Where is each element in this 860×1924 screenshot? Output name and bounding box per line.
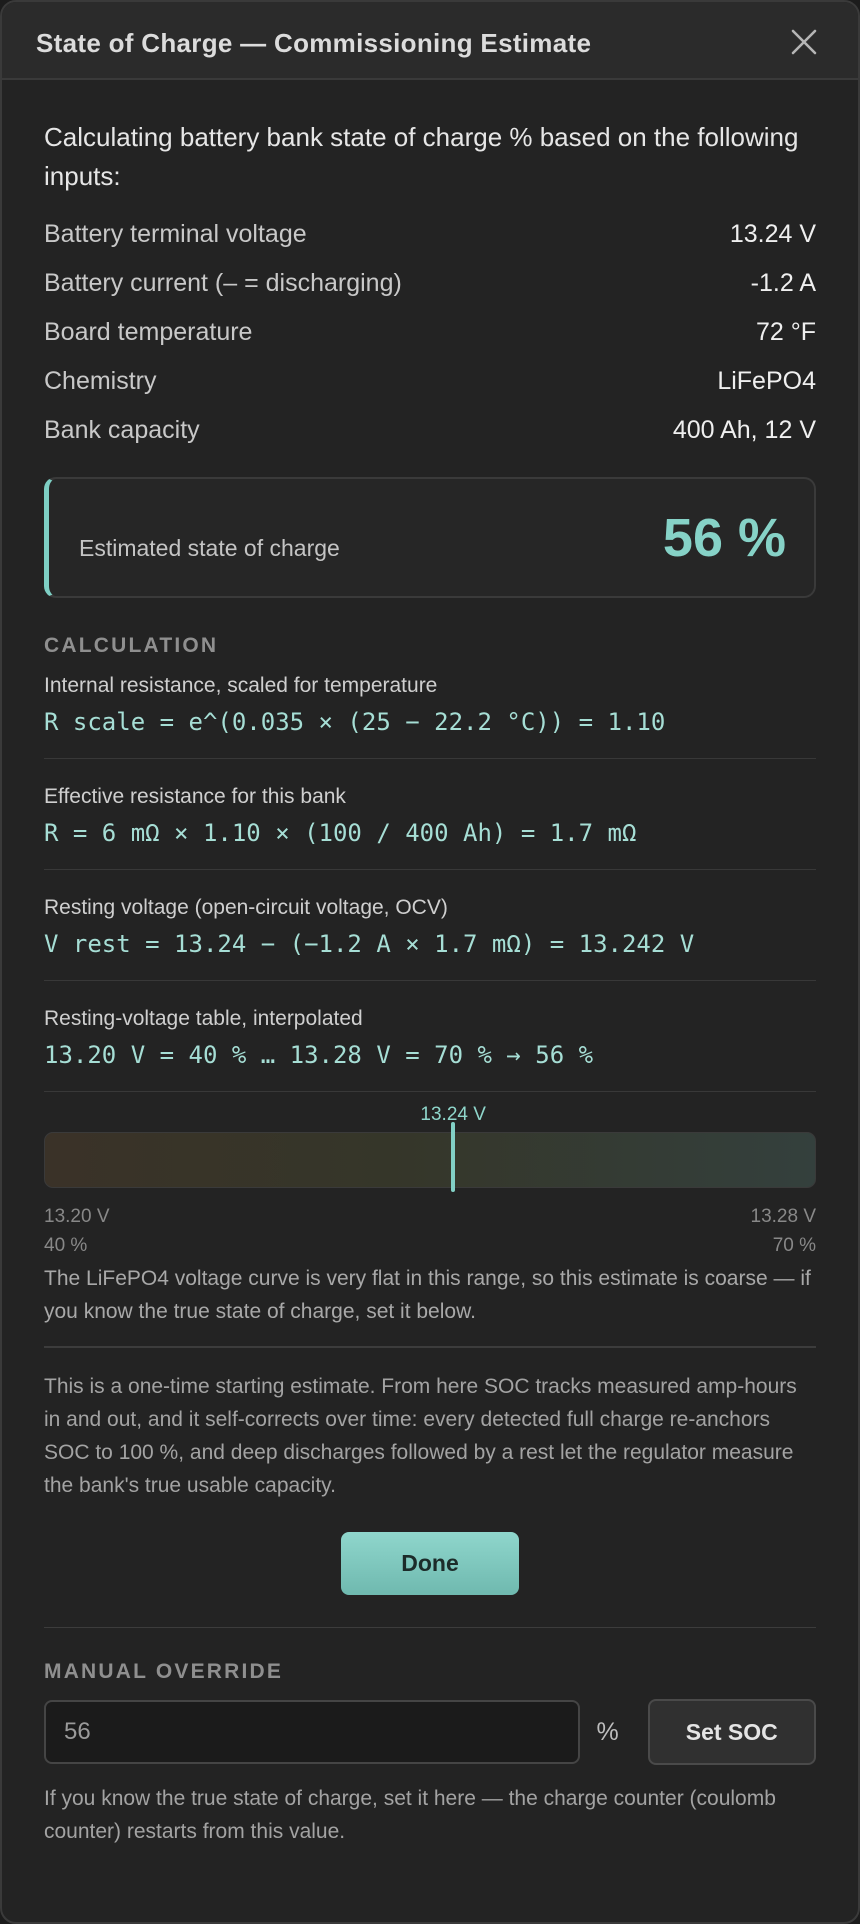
input-value: LiFePO4 [717, 367, 816, 395]
input-list: Battery terminal voltage 13.24 V Battery… [44, 210, 816, 455]
dialog-content: Calculating battery bank state of charge… [44, 80, 816, 1848]
input-row-chemistry: Chemistry LiFePO4 [44, 357, 816, 406]
override-row: % Set SOC [44, 1699, 816, 1765]
override-note: If you know the true state of charge, se… [44, 1787, 776, 1843]
calc-step-description: Resting-voltage table, interpolated [44, 1007, 363, 1030]
dialog-header: State of Charge — Commissioning Estimate [2, 2, 858, 80]
input-label: Battery terminal voltage [44, 220, 307, 248]
intro-text: Calculating battery bank state of charge… [44, 122, 799, 191]
divider [44, 1346, 816, 1348]
estimate-label: Estimated state of charge [79, 535, 340, 561]
input-value: -1.2 A [750, 269, 816, 297]
estimate-value: 56 % [662, 508, 786, 568]
input-row-temperature: Board temperature 72 °F [44, 308, 816, 357]
soc-dialog: State of Charge — Commissioning Estimate… [0, 0, 860, 1924]
calculation-title: CALCULATION [44, 634, 219, 657]
calc-step-description: Internal resistance, scaled for temperat… [44, 674, 438, 697]
input-label: Board temperature [44, 318, 253, 346]
soc-input[interactable] [44, 1700, 581, 1764]
input-label: Chemistry [44, 367, 157, 395]
gauge-max-soc: 70 % [772, 1235, 816, 1256]
voltage-gauge: 13.24 V 13.20 V 40 % 13.28 V 70 % The Li… [44, 1092, 817, 1323]
input-row-capacity: Bank capacity 400 Ah, 12 V [44, 406, 816, 455]
input-row-voltage: Battery terminal voltage 13.24 V [44, 210, 816, 259]
gauge-note: The LiFePO4 voltage curve is very flat i… [44, 1267, 811, 1323]
info-text: This is a one-time starting estimate. Fr… [44, 1374, 797, 1497]
gauge-min-soc: 40 % [44, 1235, 88, 1256]
calc-step: Resting-voltage table, interpolated 13.2… [44, 981, 816, 1092]
input-value: 400 Ah, 12 V [672, 416, 816, 444]
input-label: Battery current (– = discharging) [44, 269, 402, 297]
input-value: 72 °F [755, 318, 816, 346]
gauge-min-labels: 13.20 V 40 % [44, 1202, 110, 1260]
divider [44, 1626, 816, 1628]
calculation-steps: Internal resistance, scaled for temperat… [44, 664, 816, 1092]
gauge-max-voltage: 13.28 V [750, 1206, 817, 1227]
done-row: Done [44, 1531, 816, 1595]
estimate-card: Estimated state of charge 56 % [44, 477, 816, 598]
input-row-current: Battery current (– = discharging) -1.2 A [44, 259, 816, 308]
calc-step-formula: 13.20 V = 40 % … 13.28 V = 70 % → 56 % [44, 1041, 594, 1069]
calc-step: Effective resistance for this bank R = 6… [44, 759, 816, 870]
calc-step-formula: R = 6 mΩ × 1.10 × (100 / 400 Ah) = 1.7 m… [44, 819, 637, 847]
calc-step: Internal resistance, scaled for temperat… [44, 664, 816, 759]
set-soc-button[interactable]: Set SOC [647, 1699, 816, 1765]
gauge-max-labels: 13.28 V 70 % [751, 1202, 817, 1260]
input-value: 13.24 V [729, 220, 816, 248]
calc-step-formula: V rest = 13.24 − (−1.2 A × 1.7 mΩ) = 13.… [44, 930, 695, 958]
close-icon[interactable] [788, 26, 820, 58]
calc-step-description: Resting voltage (open-circuit voltage, O… [44, 896, 448, 919]
manual-override-title: MANUAL OVERRIDE [44, 1660, 284, 1683]
gauge-min-voltage: 13.20 V [44, 1206, 110, 1227]
input-label: Bank capacity [44, 416, 200, 444]
calc-step-formula: R scale = e^(0.035 × (25 − 22.2 °C)) = 1… [44, 708, 666, 736]
calc-step-description: Effective resistance for this bank [44, 785, 346, 808]
gauge-needle [451, 1122, 456, 1192]
percent-unit: % [596, 1717, 619, 1746]
dialog-title: State of Charge — Commissioning Estimate [36, 28, 592, 58]
gauge-bar [44, 1132, 816, 1188]
done-button[interactable]: Done [341, 1531, 519, 1595]
calc-step: Resting voltage (open-circuit voltage, O… [44, 870, 816, 981]
